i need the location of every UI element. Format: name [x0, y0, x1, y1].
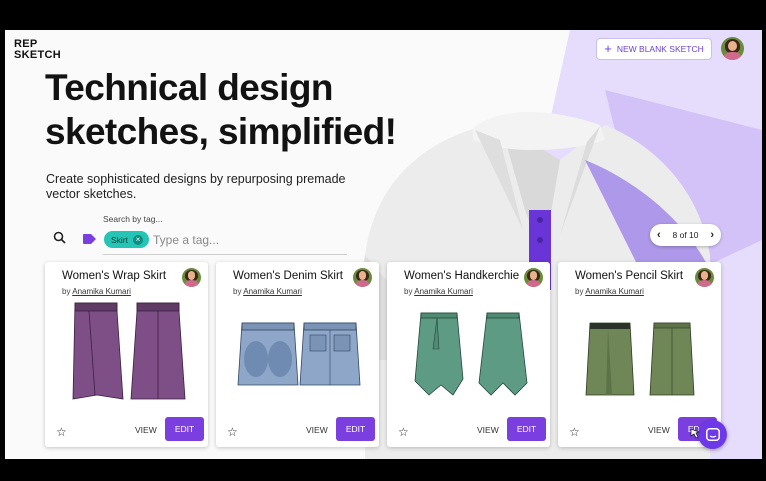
- chevron-left-icon[interactable]: ‹: [657, 229, 661, 241]
- author-link[interactable]: Anamika Kumari: [243, 287, 302, 296]
- card-title[interactable]: Women's Handkerchief Skirt: [404, 270, 519, 282]
- card-byline: by Anamika Kumari: [62, 287, 131, 296]
- favorite-star-icon[interactable]: ☆: [569, 426, 580, 438]
- byline-prefix: by: [404, 287, 413, 296]
- video-frame: REP SKETCH + NEW BLANK SKETCH Technical …: [0, 0, 766, 481]
- view-button[interactable]: VIEW: [306, 425, 328, 435]
- pointer-cursor-icon: [690, 428, 701, 439]
- favorite-star-icon[interactable]: ☆: [227, 426, 238, 438]
- handkerchief-skirt-sketch: [414, 312, 528, 396]
- sketch-card[interactable]: Women's Handkerchief Skirt by Anamika Ku…: [387, 262, 550, 447]
- app-screen: REP SKETCH + NEW BLANK SKETCH Technical …: [5, 30, 762, 459]
- search-underline: [103, 254, 347, 255]
- sketch-card[interactable]: Women's Denim Skirt by Anamika Kumari ☆ …: [216, 262, 379, 447]
- new-blank-sketch-label: NEW BLANK SKETCH: [616, 44, 704, 54]
- logo-line-2: SKETCH: [14, 49, 62, 61]
- wrap-skirt-sketch: [72, 302, 186, 400]
- card-title[interactable]: Women's Pencil Skirt: [575, 270, 690, 282]
- card-byline: by Anamika Kumari: [404, 287, 473, 296]
- new-blank-sketch-button[interactable]: + NEW BLANK SKETCH: [596, 38, 712, 60]
- tag-icon: [83, 234, 96, 244]
- search-label: Search by tag...: [103, 214, 163, 224]
- card-byline: by Anamika Kumari: [233, 287, 302, 296]
- author-avatar: [182, 268, 201, 287]
- edit-button[interactable]: EDIT: [507, 417, 546, 441]
- view-button[interactable]: VIEW: [477, 425, 499, 435]
- tag-chip-label: Skirt: [111, 234, 128, 245]
- card-title[interactable]: Women's Denim Skirt: [233, 270, 348, 282]
- favorite-star-icon[interactable]: ☆: [56, 426, 67, 438]
- pagination-control: ‹ 8 of 10 ›: [650, 224, 721, 246]
- plus-icon: +: [604, 41, 612, 56]
- author-avatar: [524, 268, 543, 287]
- view-button[interactable]: VIEW: [135, 425, 157, 435]
- author-avatar: [353, 268, 372, 287]
- page-indicator: 8 of 10: [672, 230, 699, 240]
- hero-subtitle: Create sophisticated designs by repurpos…: [46, 172, 346, 201]
- hero-title: Technical design sketches, simplified!: [45, 66, 397, 154]
- sketch-card[interactable]: Women's Wrap Skirt by Anamika Kumari ☆ V…: [45, 262, 208, 447]
- card-byline: by Anamika Kumari: [575, 287, 644, 296]
- author-link[interactable]: Anamika Kumari: [414, 287, 473, 296]
- byline-prefix: by: [62, 287, 71, 296]
- pencil-skirt-sketch: [585, 322, 695, 396]
- chevron-right-icon[interactable]: ›: [710, 229, 714, 241]
- author-avatar: [695, 268, 714, 287]
- sketch-card[interactable]: Women's Pencil Skirt by Anamika Kumari ☆…: [558, 262, 721, 447]
- author-link[interactable]: Anamika Kumari: [585, 287, 644, 296]
- remove-tag-icon[interactable]: ×: [133, 234, 143, 245]
- search-icon[interactable]: [53, 231, 66, 244]
- denim-skirt-sketch: [237, 322, 361, 386]
- tag-chip-skirt[interactable]: Skirt ×: [104, 231, 149, 248]
- hero-title-line-2: sketches, simplified!: [45, 111, 397, 152]
- byline-prefix: by: [575, 287, 584, 296]
- edit-button[interactable]: EDIT: [336, 417, 375, 441]
- edit-button[interactable]: EDIT: [165, 417, 204, 441]
- chat-icon: [705, 428, 720, 441]
- tag-search-input[interactable]: [153, 230, 343, 249]
- favorite-star-icon[interactable]: ☆: [398, 426, 409, 438]
- view-button[interactable]: VIEW: [648, 425, 670, 435]
- byline-prefix: by: [233, 287, 242, 296]
- author-link[interactable]: Anamika Kumari: [72, 287, 131, 296]
- app-logo[interactable]: REP SKETCH: [14, 39, 61, 61]
- user-avatar[interactable]: [721, 37, 744, 60]
- card-title[interactable]: Women's Wrap Skirt: [62, 270, 177, 282]
- hero-title-line-1: Technical design: [45, 67, 333, 108]
